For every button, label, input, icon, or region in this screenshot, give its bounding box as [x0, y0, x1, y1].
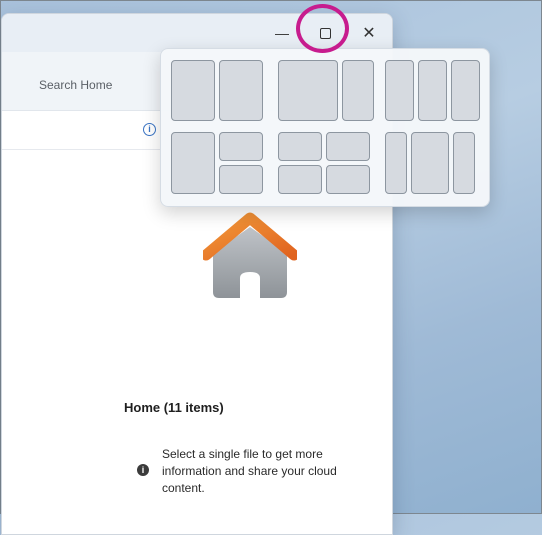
- snap-zone[interactable]: [278, 60, 338, 121]
- snap-zone-stack: [326, 132, 370, 194]
- snap-layout-three-equal[interactable]: [385, 60, 480, 121]
- snap-zone[interactable]: [385, 60, 414, 121]
- snap-zone[interactable]: [418, 60, 447, 121]
- snap-zone-stack: [219, 132, 263, 194]
- snap-layout-two-wide-left[interactable]: [278, 60, 374, 121]
- home-icon: [203, 212, 297, 298]
- snap-zone-stack: [278, 132, 322, 194]
- snap-zone[interactable]: [219, 132, 263, 161]
- maximize-highlight-circle: [296, 4, 349, 53]
- snap-zone[interactable]: [278, 165, 322, 194]
- snap-zone[interactable]: [342, 60, 374, 121]
- info-icon: i: [137, 464, 149, 476]
- snap-layout-two-equal[interactable]: [171, 60, 263, 121]
- snap-layout-four-grid[interactable]: [278, 132, 370, 194]
- snap-zone[interactable]: [171, 60, 215, 121]
- minimize-button[interactable]: —: [265, 20, 299, 46]
- close-button[interactable]: ✕: [352, 20, 386, 46]
- details-info-icon[interactable]: i: [143, 123, 156, 136]
- snap-zone[interactable]: [219, 60, 263, 121]
- snap-zone[interactable]: [451, 60, 480, 121]
- snap-zone[interactable]: [453, 132, 475, 194]
- snap-layout-left-plus-two-stacked[interactable]: [171, 132, 263, 194]
- folder-title: Home (11 items): [124, 400, 224, 415]
- snap-zone[interactable]: [278, 132, 322, 161]
- snap-layouts-flyout: [160, 48, 490, 207]
- snap-zone[interactable]: [385, 132, 407, 194]
- snap-zone[interactable]: [326, 132, 370, 161]
- snap-layout-three-columns[interactable]: [385, 132, 475, 194]
- snap-zone[interactable]: [411, 132, 449, 194]
- details-message: Select a single file to get more informa…: [162, 447, 337, 495]
- snap-zone[interactable]: [219, 165, 263, 194]
- snap-zone[interactable]: [326, 165, 370, 194]
- snap-zone[interactable]: [171, 132, 215, 194]
